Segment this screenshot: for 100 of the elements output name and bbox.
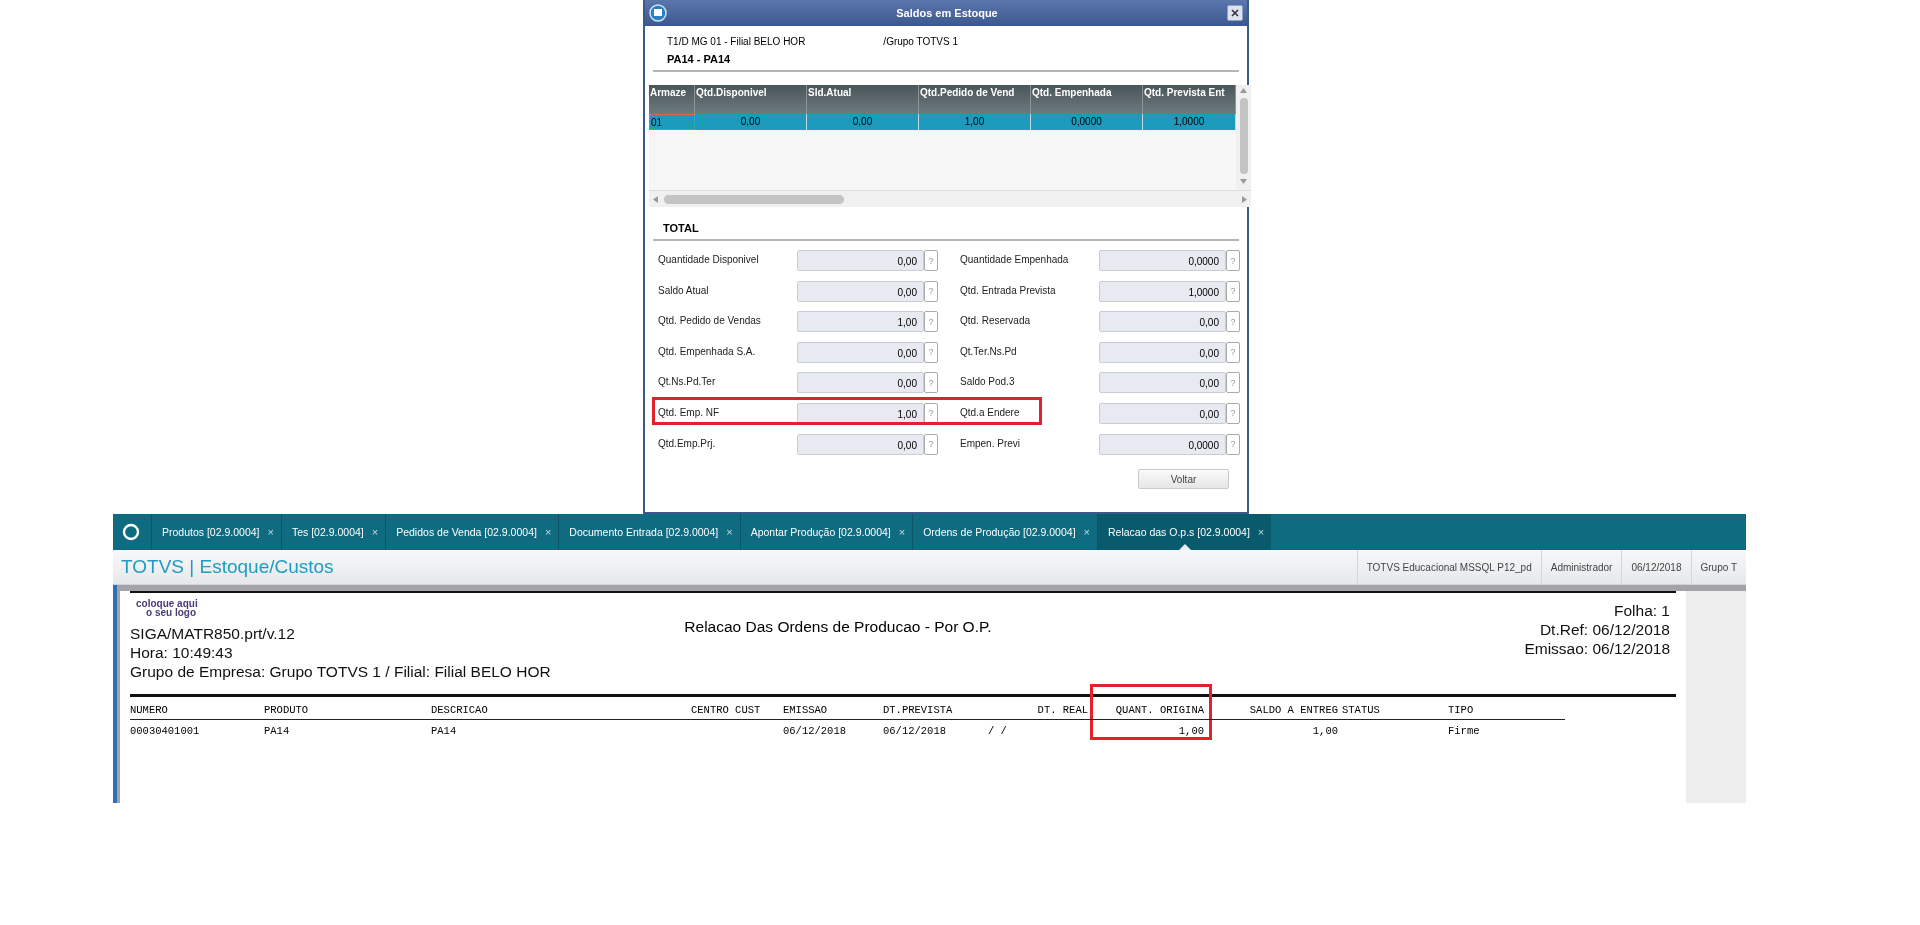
module-title: TOTVS | Estoque/Custos bbox=[120, 556, 334, 578]
field-label: Qtd. Reservada bbox=[960, 314, 1032, 327]
grid-row[interactable]: 01 0,00 0,00 1,00 0,0000 1,0000 bbox=[649, 114, 1236, 130]
grid-cell: 1,00 bbox=[919, 114, 1031, 130]
help-button[interactable]: ? bbox=[1226, 311, 1240, 333]
report-heading: Relacao Das Ordens de Producao - Por O.P. bbox=[683, 617, 993, 637]
help-button[interactable]: ? bbox=[924, 372, 938, 394]
value-field[interactable]: 0,00 bbox=[1099, 402, 1226, 424]
value-field[interactable]: 0,00 bbox=[1099, 311, 1226, 333]
grid-cell: 0,00 bbox=[695, 114, 807, 130]
help-button[interactable]: ? bbox=[924, 250, 938, 271]
close-tab-button[interactable]: × bbox=[898, 526, 906, 538]
value-field[interactable]: 0,00 bbox=[797, 250, 924, 271]
close-tab-button[interactable]: × bbox=[267, 526, 274, 538]
status-info: Grupo T bbox=[1690, 550, 1746, 584]
value-field[interactable]: 1,00 bbox=[797, 402, 924, 424]
up-arrow-icon[interactable] bbox=[1240, 88, 1247, 93]
back-button[interactable]: Voltar bbox=[1138, 469, 1229, 490]
logo-text: o seu logo bbox=[146, 608, 196, 617]
field-label: Quantidade Disponivel bbox=[658, 253, 760, 265]
left-arrow-icon[interactable] bbox=[653, 195, 658, 203]
field-label: Qtd. Empenhada S.A. bbox=[658, 344, 757, 357]
logo-text: coloque aqui bbox=[136, 599, 198, 608]
report-meta: Folha: 1 bbox=[1613, 601, 1670, 620]
help-button[interactable]: ? bbox=[1226, 341, 1240, 363]
status-info: 06/12/2018 bbox=[1621, 550, 1691, 584]
close-tab-button[interactable]: × bbox=[1257, 526, 1265, 538]
section-title: TOTAL bbox=[662, 221, 700, 234]
grid-cell: 01 bbox=[649, 114, 695, 130]
table-cell-text: 1,00 bbox=[1177, 724, 1205, 739]
help-button[interactable]: ? bbox=[1226, 402, 1240, 424]
field-label: Qtd.Emp.Prj. bbox=[658, 436, 717, 449]
column-header: CENTRO CUST bbox=[691, 703, 762, 718]
field-label: Qtd. Entrada Prevista bbox=[960, 283, 1057, 296]
value-field[interactable]: 0,00 bbox=[797, 372, 924, 394]
report-meta: Dt.Ref: 06/12/2018 bbox=[1538, 620, 1670, 639]
table-cell-text: 06/12/2018 bbox=[883, 724, 947, 739]
column-header: DT. REAL bbox=[1036, 703, 1088, 718]
grid-cell: 0,0000 bbox=[1031, 114, 1143, 130]
table-cell-text: Firme bbox=[1448, 724, 1481, 739]
field-label: Qtd. Emp. NF bbox=[658, 405, 721, 418]
close-button[interactable] bbox=[1227, 5, 1243, 21]
right-arrow-icon[interactable] bbox=[1242, 195, 1247, 203]
branch-label: T1/D MG 01 - Filial BELO HOR bbox=[667, 36, 806, 47]
field-label: Saldo Pod.3 bbox=[960, 375, 1016, 388]
close-tab-button[interactable]: × bbox=[1083, 526, 1090, 538]
help-button[interactable]: ? bbox=[1226, 250, 1240, 271]
status-info: Administrador bbox=[1540, 550, 1622, 584]
table-cell-text: PA14 bbox=[431, 724, 458, 739]
value-field[interactable]: 0,00 bbox=[797, 341, 924, 363]
value-field[interactable]: 0,00 bbox=[1099, 341, 1226, 363]
report-meta: Emissao: 06/12/2018 bbox=[1524, 639, 1670, 658]
table-cell-text: 00030401001 bbox=[130, 724, 201, 739]
program-name: SIGA/MATR850.prt/v.12 bbox=[130, 624, 296, 643]
group-label: /Grupo TOTVS 1 bbox=[883, 36, 959, 47]
close-tab-button[interactable]: × bbox=[726, 526, 733, 538]
close-tab-button[interactable]: × bbox=[544, 526, 552, 538]
help-button[interactable]: ? bbox=[1226, 372, 1240, 394]
logo-icon[interactable] bbox=[121, 522, 141, 542]
column-header: SALDO A ENTREG bbox=[1248, 703, 1339, 718]
value-field[interactable]: 0,00 bbox=[797, 433, 924, 455]
field-label: Saldo Atual bbox=[658, 283, 710, 296]
field-label: Qt.Ter.Ns.Pd bbox=[960, 344, 1018, 357]
grid-cell: 0,00 bbox=[807, 114, 919, 130]
value-field[interactable]: 0,0000 bbox=[1099, 433, 1226, 455]
value-field[interactable]: 1,0000 bbox=[1099, 280, 1226, 302]
horizontal-scrollbar[interactable] bbox=[649, 190, 1251, 207]
tab[interactable]: Relacao das O.p.s [02.9.0004] × bbox=[1097, 514, 1272, 550]
help-button[interactable]: ? bbox=[924, 433, 938, 455]
field-label: Empen. Previ bbox=[960, 436, 1022, 449]
down-arrow-icon[interactable] bbox=[1240, 179, 1247, 184]
column-header: STATUS bbox=[1342, 703, 1381, 718]
table-cell-text: 1,00 bbox=[1311, 724, 1339, 739]
status-info: TOTVS Educacional MSSQL P12_pd bbox=[1356, 550, 1541, 584]
value-field[interactable]: 0,0000 bbox=[1099, 250, 1226, 271]
field-label: Qtd. Pedido de Vendas bbox=[658, 314, 762, 327]
help-button[interactable]: ? bbox=[1226, 280, 1240, 302]
value-field[interactable]: 0,00 bbox=[797, 280, 924, 302]
app-icon bbox=[649, 4, 667, 22]
help-button[interactable]: ? bbox=[924, 280, 938, 302]
help-button[interactable]: ? bbox=[924, 402, 938, 424]
column-header: QUANT. ORIGINA bbox=[1114, 703, 1205, 718]
value-field[interactable]: 1,00 bbox=[797, 311, 924, 333]
close-icon bbox=[1231, 9, 1239, 17]
table-cell-text: PA14 bbox=[264, 724, 291, 739]
column-header: PRODUTO bbox=[264, 703, 310, 718]
product-title: PA14 - PA14 bbox=[666, 52, 732, 65]
field-label: Quantidade Empenhada bbox=[960, 253, 1070, 265]
help-button[interactable]: ? bbox=[1226, 433, 1240, 455]
help-button[interactable]: ? bbox=[924, 341, 938, 363]
column-header: TIPO bbox=[1448, 703, 1475, 718]
table-cell-text: / / bbox=[988, 724, 1008, 739]
column-header: NUMERO bbox=[130, 703, 169, 718]
vertical-scrollbar[interactable] bbox=[1236, 85, 1251, 190]
window-title: Saldos em Estoque bbox=[895, 7, 999, 19]
value-field[interactable]: 0,00 bbox=[1099, 372, 1226, 394]
help-button[interactable]: ? bbox=[924, 311, 938, 333]
company-info: Grupo de Empresa: Grupo TOTVS 1 / Filial: Filial BELO HOR bbox=[130, 662, 552, 681]
close-tab-button[interactable]: × bbox=[371, 526, 379, 538]
column-header: DESCRICAO bbox=[431, 703, 489, 718]
